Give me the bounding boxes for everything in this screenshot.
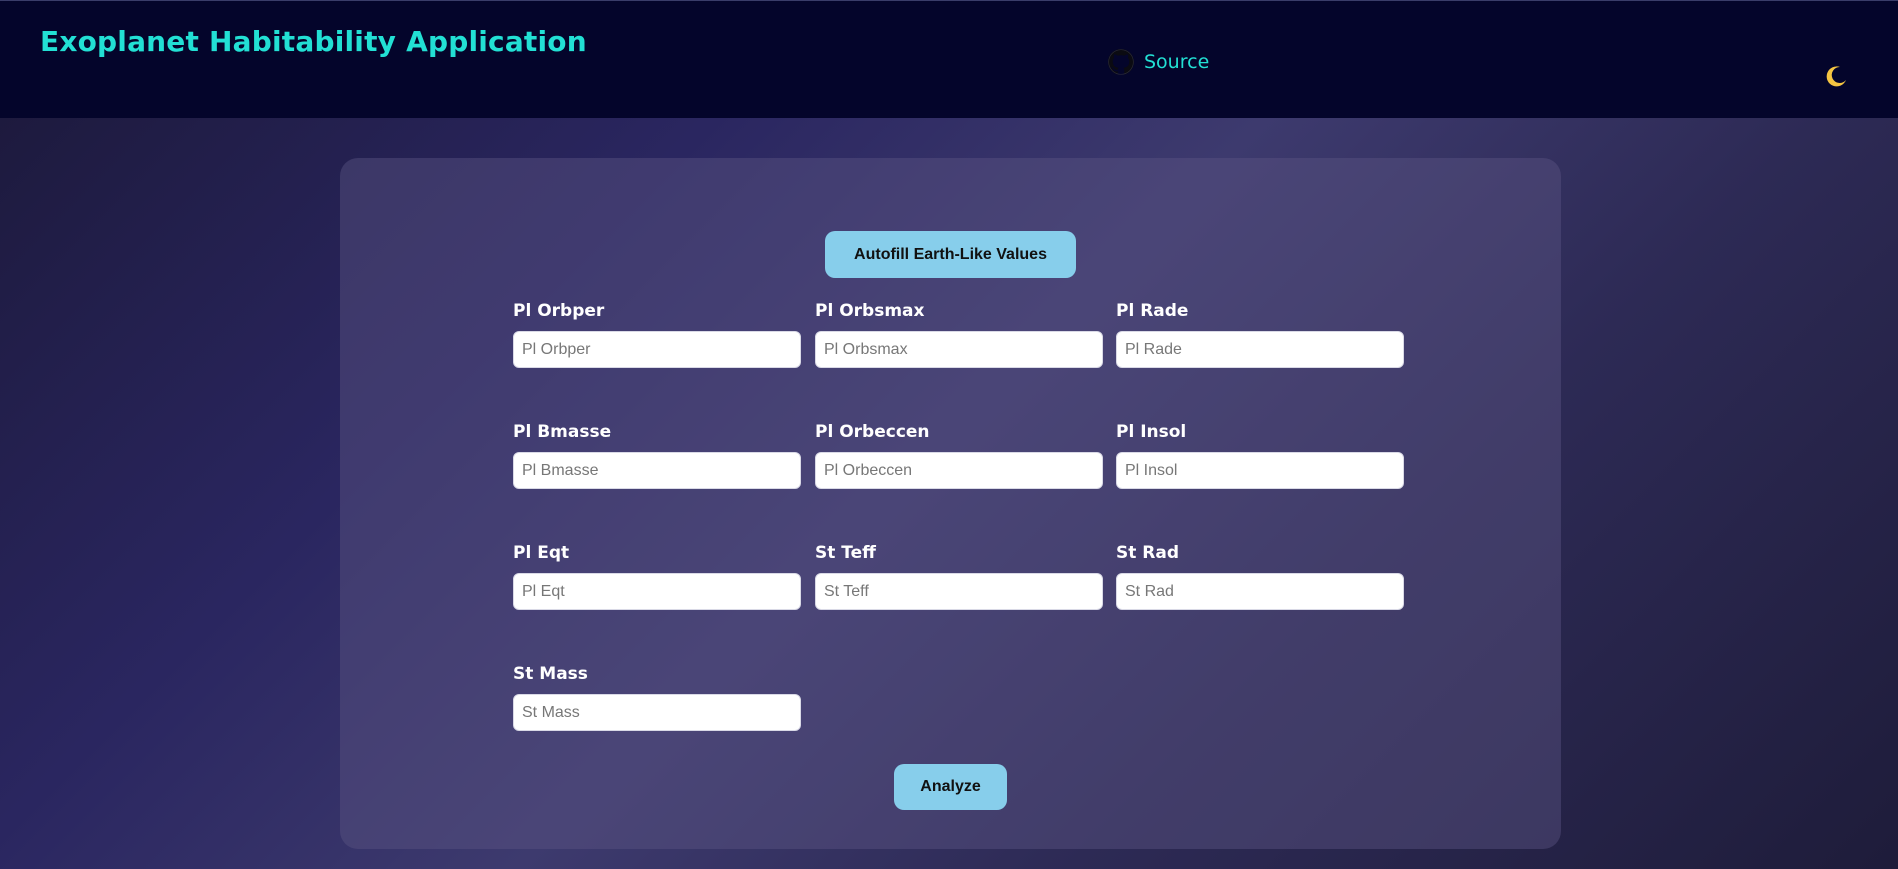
moon-icon — [1826, 66, 1846, 87]
field-label: Pl Insol — [1116, 422, 1187, 442]
field-label: Pl Orbeccen — [815, 422, 930, 442]
field-label: Pl Orbper — [513, 301, 605, 321]
field-pl-orbsmax: Pl Orbsmax — [815, 300, 1103, 368]
pl-orbsmax-input[interactable] — [815, 331, 1103, 368]
field-st-mass: St Mass — [513, 663, 801, 731]
field-label: Pl Rade — [1116, 301, 1189, 321]
analyze-button[interactable]: Analyze — [894, 764, 1007, 810]
st-mass-input[interactable] — [513, 694, 801, 731]
pl-bmasse-input[interactable] — [513, 452, 801, 489]
theme-toggle[interactable] — [1820, 61, 1852, 93]
field-label: St Teff — [815, 543, 876, 563]
github-icon — [1108, 49, 1134, 75]
source-label: Source — [1144, 51, 1210, 73]
source-link[interactable]: Source — [1108, 49, 1209, 75]
pl-insol-input[interactable] — [1116, 452, 1404, 489]
field-pl-rade: Pl Rade — [1116, 300, 1404, 368]
pl-eqt-input[interactable] — [513, 573, 801, 610]
field-pl-bmasse: Pl Bmasse — [513, 421, 801, 489]
field-label: Pl Orbsmax — [815, 301, 925, 321]
app-header: Exoplanet Habitability Application Sourc… — [0, 0, 1898, 118]
field-pl-insol: Pl Insol — [1116, 421, 1404, 489]
field-label: Pl Bmasse — [513, 422, 612, 442]
field-st-rad: St Rad — [1116, 542, 1404, 610]
st-rad-input[interactable] — [1116, 573, 1404, 610]
field-label: St Mass — [513, 664, 588, 684]
app-title: Exoplanet Habitability Application — [40, 25, 587, 58]
field-pl-eqt: Pl Eqt — [513, 542, 801, 610]
field-label: Pl Eqt — [513, 543, 570, 563]
field-pl-orbeccen: Pl Orbeccen — [815, 421, 1103, 489]
field-st-teff: St Teff — [815, 542, 1103, 610]
autofill-button[interactable]: Autofill Earth-Like Values — [825, 231, 1076, 278]
field-pl-orbper: Pl Orbper — [513, 300, 801, 368]
pl-orbeccen-input[interactable] — [815, 452, 1103, 489]
field-label: St Rad — [1116, 543, 1180, 563]
pl-rade-input[interactable] — [1116, 331, 1404, 368]
st-teff-input[interactable] — [815, 573, 1103, 610]
pl-orbper-input[interactable] — [513, 331, 801, 368]
